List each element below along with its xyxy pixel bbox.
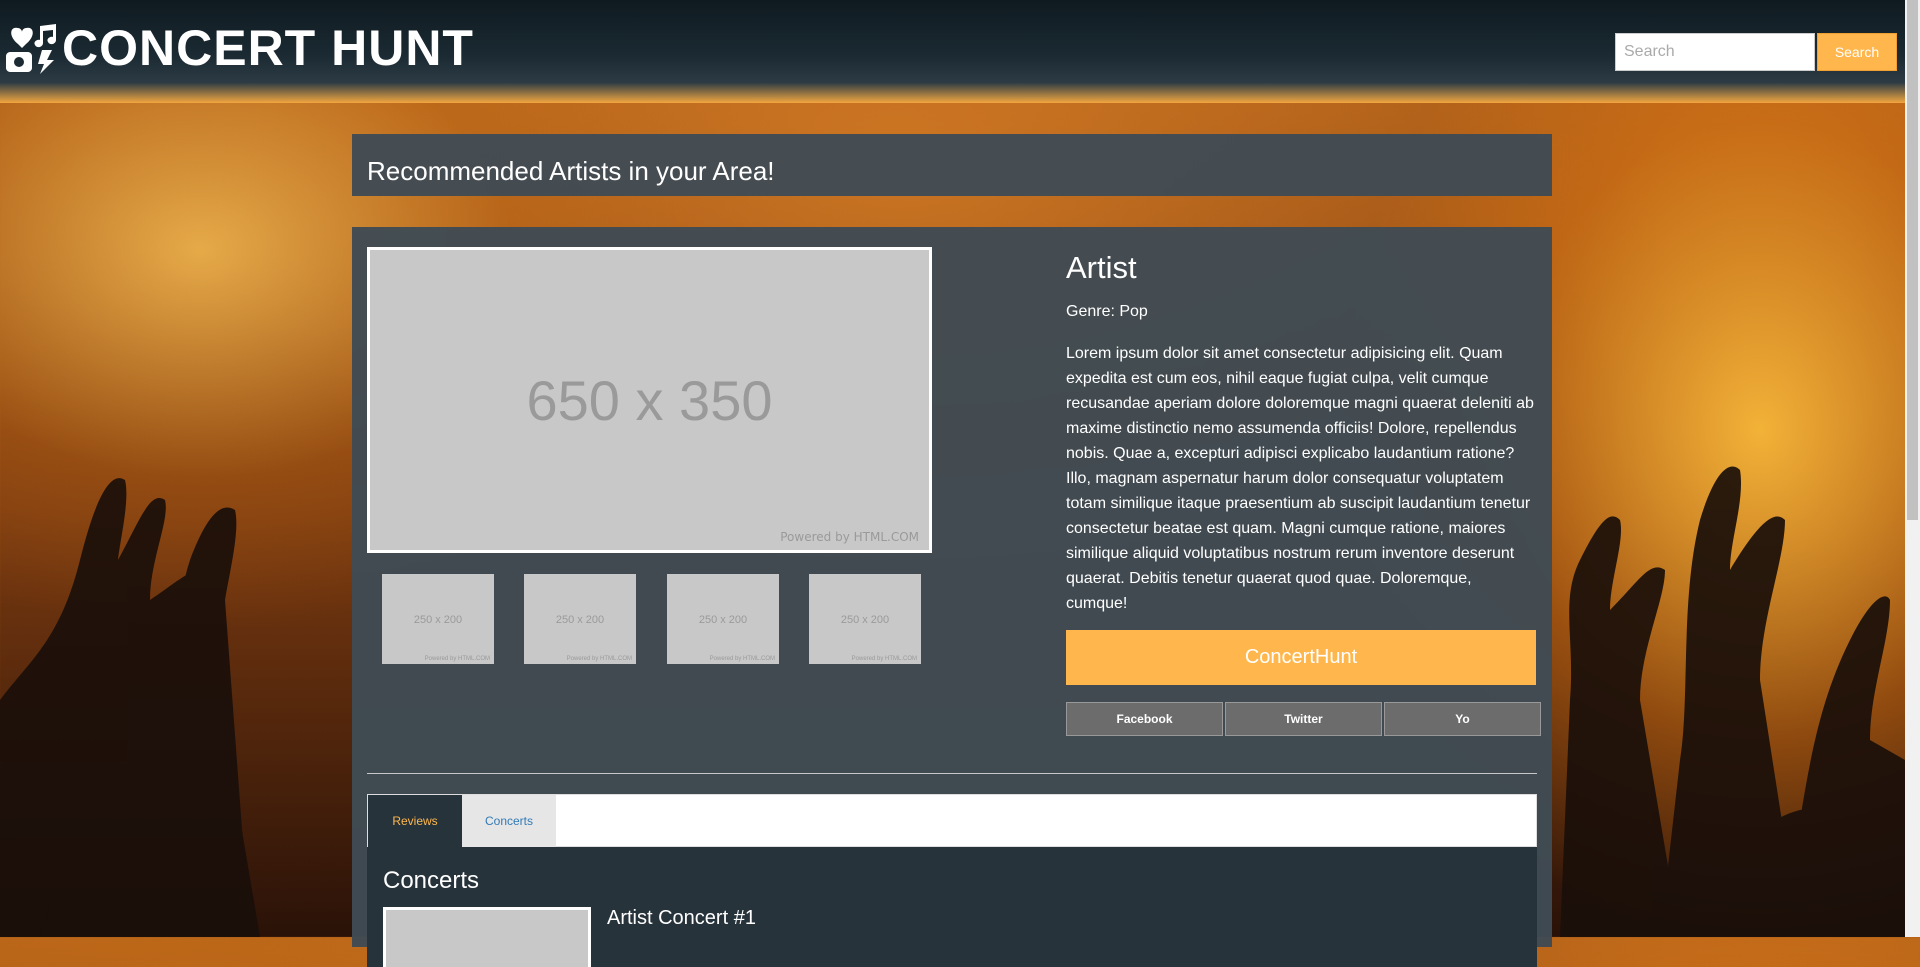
twitter-button[interactable]: Twitter — [1225, 702, 1382, 736]
music-heart-icon — [6, 24, 56, 74]
recommended-banner: Recommended Artists in your Area! — [352, 134, 1552, 196]
site-header: CONCERT HUNT Search — [0, 0, 1905, 103]
concerts-heading: Concerts — [383, 867, 480, 894]
artist-genre: Genre: Pop — [1066, 303, 1148, 320]
thumbnail-credit: Powered by HTML.COM — [424, 656, 490, 662]
concert-title[interactable]: Artist Concert #1 — [607, 907, 756, 930]
artist-name: Artist — [1066, 250, 1137, 285]
thumbnail-2[interactable]: 250 x 200 Powered by HTML.COM — [524, 574, 636, 664]
search-input[interactable] — [1615, 33, 1815, 71]
thumbnail-label: 250 x 200 — [555, 614, 605, 626]
image-placeholder-label: 650 x 350 — [526, 369, 773, 432]
thumbnail-label: 250 x 200 — [840, 614, 890, 626]
scrollbar-thumb[interactable] — [1907, 0, 1918, 520]
thumbnail-label: 250 x 200 — [413, 614, 463, 626]
tab-concerts[interactable]: Concerts — [462, 795, 556, 847]
site-title: CONCERT HUNT — [62, 20, 474, 76]
artist-panel: 650 x 350 Powered by HTML.COM 250 x 200 … — [352, 227, 1552, 967]
artist-info: Artist Genre: Pop Lorem ipsum dolor sit … — [1066, 249, 1536, 616]
artist-main-image: 650 x 350 Powered by HTML.COM — [367, 247, 932, 553]
thumbnail-label: 250 x 200 — [698, 614, 748, 626]
search-button[interactable]: Search — [1817, 33, 1897, 71]
section-divider — [367, 773, 1537, 774]
thumbnail-credit: Powered by HTML.COM — [709, 656, 775, 662]
tab-bar: Reviews Concerts — [367, 794, 1537, 847]
tab-reviews[interactable]: Reviews — [368, 795, 462, 847]
thumbnail-credit: Powered by HTML.COM — [851, 656, 917, 662]
search-form: Search — [1615, 33, 1897, 71]
artist-description: Lorem ipsum dolor sit amet consectetur a… — [1066, 345, 1534, 612]
page-scrollbar[interactable] — [1905, 0, 1920, 937]
thumbnail-4[interactable]: 250 x 200 Powered by HTML.COM — [809, 574, 921, 664]
concerthunt-button[interactable]: ConcertHunt — [1066, 630, 1536, 685]
site-logo[interactable]: CONCERT HUNT — [6, 22, 474, 74]
yo-button[interactable]: Yo — [1384, 702, 1541, 736]
concert-image — [383, 907, 591, 967]
thumbnail-3[interactable]: 250 x 200 Powered by HTML.COM — [667, 574, 779, 664]
facebook-button[interactable]: Facebook — [1066, 702, 1223, 736]
thumbnail-1[interactable]: 250 x 200 Powered by HTML.COM — [382, 574, 494, 664]
image-credit: Powered by HTML.COM — [780, 530, 919, 544]
section-title: Recommended Artists in your Area! — [367, 156, 775, 186]
tab-content: Concerts Artist Concert #1 — [367, 847, 1537, 967]
social-links: Facebook Twitter Yo — [1066, 702, 1541, 736]
thumbnail-credit: Powered by HTML.COM — [566, 656, 632, 662]
